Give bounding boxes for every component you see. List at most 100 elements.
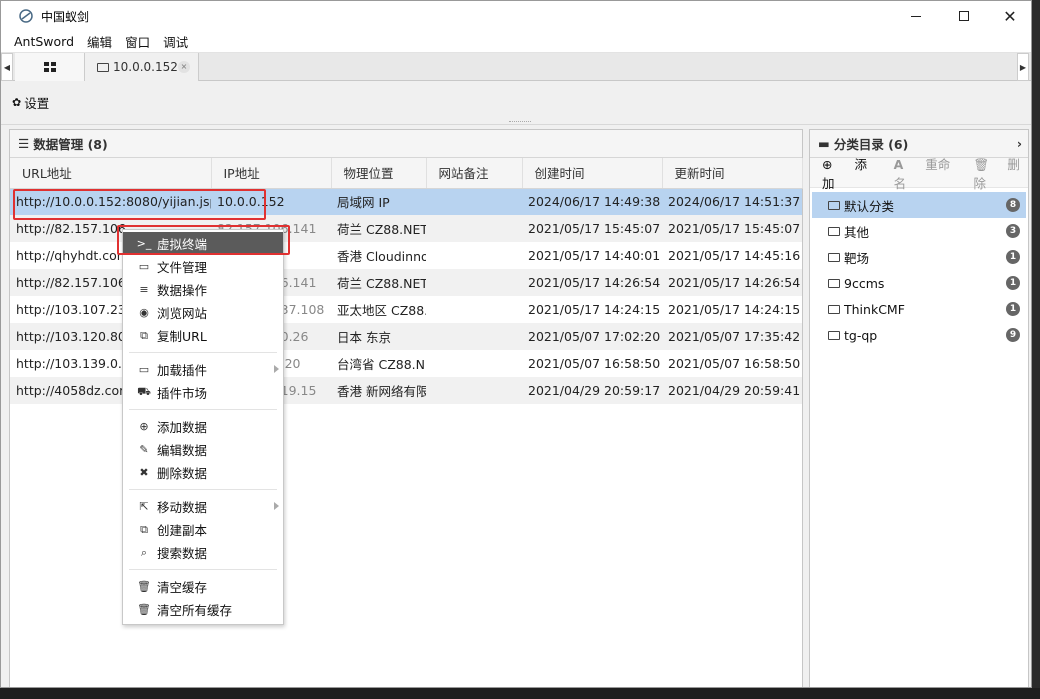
folder-icon: ▬ <box>818 136 830 151</box>
category-label: ThinkCMF <box>844 301 905 317</box>
table-cell: 香港 Cloudinnov <box>331 242 426 269</box>
tab-shell-label: 10.0.0.152 <box>113 60 178 74</box>
count-badge: 3 <box>1006 224 1020 238</box>
trash-icon: 🗑 <box>973 156 990 172</box>
table-cell: 2021/05/17 14:26:54 <box>662 269 802 296</box>
col-updated[interactable]: 更新时间 <box>662 158 803 189</box>
category-item[interactable]: 其他 3 <box>812 218 1026 244</box>
tab-scroll-right-button[interactable]: ▶ <box>1017 53 1029 81</box>
context-menu-item[interactable]: ⌕ 搜索数据 <box>123 541 283 564</box>
tab-close-button[interactable]: × <box>178 61 190 73</box>
edit-icon: ✎ <box>139 443 149 456</box>
context-menu-label: 数据操作 <box>157 283 208 298</box>
database-icon: ≡ <box>139 283 149 296</box>
menu-antsword[interactable]: AntSword <box>14 34 74 49</box>
chevron-right-icon: ▶ <box>1019 62 1027 72</box>
table-row[interactable]: http://10.0.0.152:8080/yijian.jsp 10.0.0.… <box>10 188 802 215</box>
context-menu-label: 搜索数据 <box>157 546 208 561</box>
chrome-icon: ◉ <box>139 306 149 319</box>
table-cell: 2021/05/17 14:40:01 <box>522 242 662 269</box>
category-item[interactable]: 靶场 1 <box>812 244 1026 270</box>
table-cell: 2024/06/17 14:51:37 <box>662 188 802 215</box>
collapse-chevron-icon[interactable]: › <box>1017 136 1022 151</box>
cart-icon: ⛟ <box>137 385 151 398</box>
table-cell: 香港 新网络有限 <box>331 377 426 404</box>
context-menu-item[interactable]: ≡ 数据操作 <box>123 278 283 301</box>
minimize-icon <box>911 15 921 17</box>
col-ip[interactable]: IP地址 <box>211 158 332 189</box>
copy-icon: ⧉ <box>140 328 148 342</box>
main-toolbar: ✿ 设置 <box>1 81 1031 125</box>
table-cell: 2021/05/17 14:24:15 <box>662 296 802 323</box>
context-menu-item[interactable]: ⧉ 创建副本 <box>123 518 283 541</box>
copy-icon: ⧉ <box>140 522 148 536</box>
tab-home[interactable] <box>15 53 85 81</box>
menu-window[interactable]: 窗口 <box>125 32 150 51</box>
menu-debug[interactable]: 调试 <box>163 32 188 51</box>
category-list: 默认分类 8 其他 3 靶场 1 9ccms 1 ThinkCMF 1 tg-qp 9 <box>810 188 1028 348</box>
table-cell <box>426 323 522 350</box>
close-window-button[interactable]: ✕ <box>987 1 1031 31</box>
splitter-handle[interactable] <box>509 121 531 124</box>
context-menu-item[interactable]: ✎ 编辑数据 <box>123 438 283 461</box>
category-item[interactable]: ThinkCMF 1 <box>812 296 1026 322</box>
context-menu-item[interactable]: ⇱ 移动数据 <box>123 495 283 518</box>
col-note[interactable]: 网站备注 <box>426 158 523 189</box>
table-cell: 2021/05/07 17:02:20 <box>522 323 662 350</box>
maximize-icon <box>959 11 969 21</box>
plus-circle-icon: ⊕ <box>822 156 833 172</box>
folder-icon <box>828 330 840 340</box>
antsword-logo-icon <box>19 9 33 23</box>
rename-category-button[interactable]: A 重命名 <box>894 154 956 192</box>
count-badge: 1 <box>1006 250 1020 264</box>
context-menu-label: 加载插件 <box>157 363 208 378</box>
grid-icon <box>43 62 56 72</box>
category-label: 9ccms <box>844 275 885 291</box>
context-menu-label: 浏览网站 <box>157 306 208 321</box>
table-cell <box>426 215 522 242</box>
add-category-button[interactable]: ⊕ 添加 <box>822 154 876 192</box>
tab-scroll-left-button[interactable]: ◀ <box>1 53 13 81</box>
table-cell: 2021/05/07 16:58:50 <box>522 350 662 377</box>
table-header-row: URL地址 IP地址 物理位置 网站备注 创建时间 更新时间 <box>10 158 803 189</box>
plus-circle-icon: ⊕ <box>139 420 149 433</box>
context-menu-item[interactable]: ▭ 加载插件 <box>123 358 283 381</box>
menu-bar: AntSword 编辑 窗口 调试 <box>1 31 1031 53</box>
context-menu-item[interactable]: 🗑 清空缓存 <box>123 575 283 598</box>
context-menu-label: 创建副本 <box>157 523 208 538</box>
context-menu-label: 复制URL <box>157 329 207 344</box>
trash-icon: 🗑 <box>137 580 151 593</box>
context-menu-label: 文件管理 <box>157 260 208 275</box>
context-menu-item[interactable]: ◉ 浏览网站 <box>123 301 283 324</box>
col-url[interactable]: URL地址 <box>10 158 212 189</box>
category-item[interactable]: tg-qp 9 <box>812 322 1026 348</box>
context-menu-item[interactable]: ⊕ 添加数据 <box>123 415 283 438</box>
category-item[interactable]: 默认分类 8 <box>812 192 1026 218</box>
table-cell <box>426 350 522 377</box>
folder-icon <box>97 62 109 72</box>
table-cell: 2021/05/17 14:24:15 <box>522 296 662 323</box>
context-menu-item[interactable]: ⧉ 复制URL <box>123 324 283 347</box>
settings-button[interactable]: 设置 <box>24 93 49 112</box>
data-panel-title: 数据管理 (8) <box>33 137 108 152</box>
maximize-button[interactable] <box>941 1 987 31</box>
col-location[interactable]: 物理位置 <box>331 158 427 189</box>
folder-icon <box>828 304 840 314</box>
table-cell: 亚太地区 CZ88. <box>331 296 426 323</box>
context-menu-item[interactable]: ✖ 删除数据 <box>123 461 283 484</box>
category-item[interactable]: 9ccms 1 <box>812 270 1026 296</box>
category-panel: ▬ 分类目录 (6) › ⊕ 添加 A 重命名 🗑 删除 默认分类 8 其他 3 靶场 1 9… <box>809 129 1029 687</box>
context-menu-item[interactable]: >_ 虚拟终端 <box>123 232 283 255</box>
context-menu-item[interactable]: ⛟ 插件市场 <box>123 381 283 404</box>
menu-edit[interactable]: 编辑 <box>87 32 112 51</box>
context-menu-item[interactable]: ▭ 文件管理 <box>123 255 283 278</box>
col-created[interactable]: 创建时间 <box>522 158 663 189</box>
tab-shell[interactable]: 10.0.0.152 × <box>85 53 199 81</box>
close-icon: ✖ <box>139 466 149 479</box>
minimize-button[interactable] <box>893 1 939 31</box>
folder-icon <box>828 226 840 236</box>
category-toolbar: ⊕ 添加 A 重命名 🗑 删除 <box>810 157 1028 191</box>
delete-category-button[interactable]: 🗑 删除 <box>973 154 1028 192</box>
context-menu-item[interactable]: 🗑 清空所有缓存 <box>123 598 283 621</box>
tab-bar: ◀ 10.0.0.152 × ▶ <box>1 53 1031 81</box>
